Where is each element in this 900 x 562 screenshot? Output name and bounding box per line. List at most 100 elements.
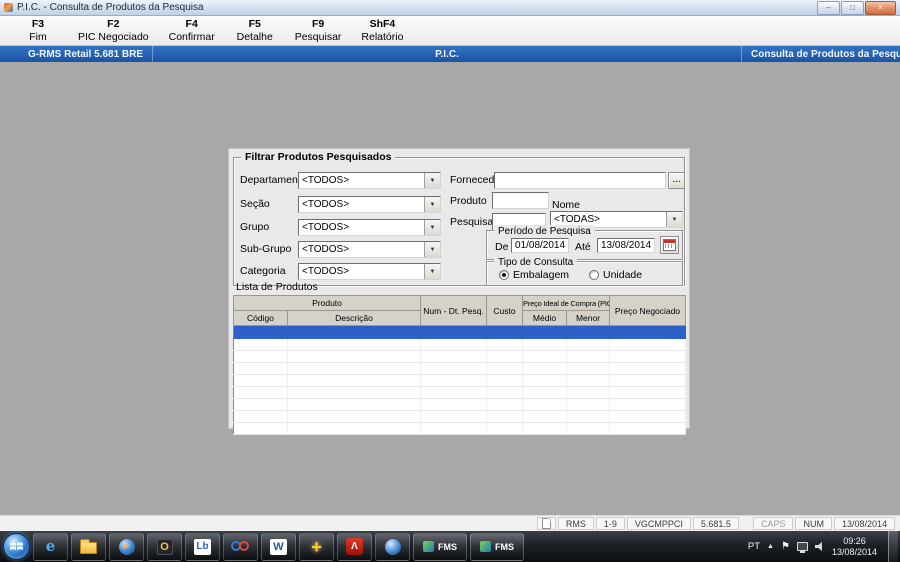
taskbar-button-fms-1[interactable]: FMS	[413, 532, 467, 561]
taskbar-icon-word[interactable]: W	[261, 532, 296, 561]
table-row[interactable]	[233, 422, 686, 435]
data-final-input[interactable]	[597, 238, 655, 253]
toolbar-key: F9	[311, 17, 325, 30]
data-inicial-input[interactable]	[511, 238, 569, 253]
table-row[interactable]	[233, 338, 686, 351]
departamento-combobox[interactable]: <TODOS> ▼	[298, 172, 441, 189]
categoria-combobox[interactable]: <TODOS> ▼	[298, 263, 441, 280]
maximize-button[interactable]: □	[841, 0, 864, 15]
clock-date: 13/08/2014	[831, 546, 877, 557]
media-player-icon: ▶	[118, 538, 135, 555]
produtos-table: Produto Num - Dt. Pesq. Custo Preço Idea…	[233, 295, 686, 435]
fornecedor-input[interactable]	[494, 172, 666, 189]
language-indicator[interactable]: PT	[748, 541, 760, 552]
toolbar-item-fim[interactable]: F3 Fim	[8, 18, 68, 44]
cell	[233, 374, 288, 387]
toolbar-item-relatorio[interactable]: ShF4 Relatório	[351, 18, 413, 44]
produto-input[interactable]	[492, 192, 549, 209]
taskbar-icon-media-player[interactable]: ▶	[109, 532, 144, 561]
filter-groupbox: Filtrar Produtos Pesquisados Departament…	[233, 151, 685, 286]
toolbar-item-confirmar[interactable]: F4 Confirmar	[159, 18, 225, 44]
embalagem-radio[interactable]	[499, 270, 509, 280]
calendar-button[interactable]	[660, 236, 679, 254]
chevron-down-icon[interactable]: ▼	[424, 173, 440, 188]
header-title: P.I.C.	[435, 48, 459, 60]
ate-label: Até	[575, 241, 591, 253]
close-button[interactable]: ×	[865, 0, 896, 15]
subgrupo-combobox[interactable]: <TODOS> ▼	[298, 241, 441, 258]
window-title: P.I.C. - Consulta de Produtos da Pesquis…	[17, 2, 204, 13]
taskbar-clock[interactable]: 09:26 13/08/2014	[832, 536, 877, 558]
toolbar-label: Pesquisar	[294, 30, 342, 43]
start-button[interactable]	[3, 533, 30, 560]
cell	[566, 338, 610, 351]
chevron-down-icon[interactable]: ▼	[424, 197, 440, 212]
volume-icon[interactable]	[814, 542, 822, 551]
embalagem-label: Embalagem	[513, 269, 570, 281]
header-right-text: Consulta de Produtos da Pesquisa	[751, 48, 900, 60]
action-center-flag-icon[interactable]: ⚑	[781, 541, 790, 552]
col-custo: Custo	[486, 295, 523, 326]
taskbar-icon-windows-explorer[interactable]	[71, 532, 106, 561]
chevron-up-icon[interactable]: ▲	[767, 543, 774, 550]
cell	[420, 422, 487, 435]
taskbar-icon-outlook[interactable]: O	[147, 532, 182, 561]
col-produto: Produto	[233, 295, 421, 311]
periodo-groupbox-title: Período de Pesquisa	[494, 225, 595, 238]
table-row[interactable]	[233, 362, 686, 375]
taskbar-icon-gold-plus-app[interactable]: +	[299, 532, 334, 561]
cell	[233, 422, 288, 435]
cell	[609, 374, 686, 387]
taskbar-icon-adobe-reader[interactable]: Λ	[337, 532, 372, 561]
taskbar-icon-rings-app[interactable]	[223, 532, 258, 561]
de-label: De	[495, 241, 509, 253]
network-icon[interactable]	[796, 542, 808, 553]
consulta-form: Filtrar Produtos Pesquisados Departament…	[228, 148, 690, 435]
cell	[566, 398, 610, 411]
cell	[233, 386, 288, 399]
cell	[566, 422, 610, 435]
table-row[interactable]	[233, 350, 686, 363]
toolbar-label: Confirmar	[168, 30, 215, 43]
taskbar-button-fms-2[interactable]: FMS	[470, 532, 524, 561]
secao-combobox[interactable]: <TODOS> ▼	[298, 196, 441, 213]
toolbar-key: F2	[107, 17, 120, 30]
taskbar-icon-internet-explorer[interactable]: e	[33, 532, 68, 561]
word-icon: W	[270, 538, 287, 555]
system-tray: PT ▲ ⚑ 09:26 13/08/2014	[748, 531, 900, 562]
fms-icon	[423, 541, 434, 552]
clock-time: 09:26	[843, 535, 866, 546]
app-icon	[4, 3, 13, 12]
unidade-radio[interactable]	[589, 270, 599, 280]
fornecedor-browse-button[interactable]: ...	[668, 172, 685, 189]
taskbar-icon-globe-app[interactable]	[375, 532, 410, 561]
cell	[287, 374, 421, 387]
cell	[486, 386, 523, 399]
table-row[interactable]	[233, 398, 686, 411]
cell	[287, 410, 421, 423]
selected-row[interactable]	[233, 325, 686, 339]
minimize-button[interactable]: –	[817, 0, 840, 15]
chevron-down-icon[interactable]: ▼	[666, 212, 682, 227]
chevron-down-icon[interactable]: ▼	[424, 264, 440, 279]
combobox-value: <TODAS>	[554, 214, 600, 225]
table-row[interactable]	[233, 386, 686, 399]
toolbar-item-pesquisar[interactable]: F9 Pesquisar	[285, 18, 352, 44]
cell	[566, 362, 610, 375]
cell	[566, 374, 610, 387]
toolbar-item-detalhe[interactable]: F5 Detalhe	[225, 18, 285, 44]
toolbar-item-pic-negociado[interactable]: F2 PIC Negociado	[68, 18, 159, 44]
produto-label: Produto	[450, 195, 487, 207]
grupo-combobox[interactable]: <TODOS> ▼	[298, 219, 441, 236]
taskbar-icon-lb-app[interactable]: Lb	[185, 532, 220, 561]
cell	[486, 398, 523, 411]
table-row[interactable]	[233, 410, 686, 423]
table-row[interactable]	[233, 374, 686, 387]
cell	[233, 325, 686, 339]
cell	[486, 374, 523, 387]
chevron-down-icon[interactable]: ▼	[424, 242, 440, 257]
show-desktop-button[interactable]	[888, 531, 898, 562]
statusbar-range: 1-9	[595, 517, 625, 530]
chevron-down-icon[interactable]: ▼	[424, 220, 440, 235]
cell	[522, 350, 567, 363]
